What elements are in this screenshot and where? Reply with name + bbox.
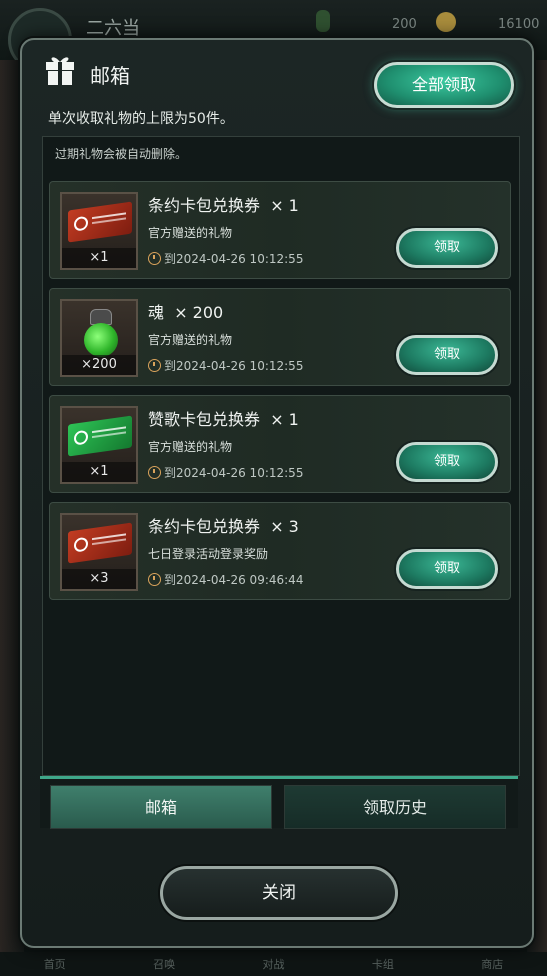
player-name: 二六当: [86, 18, 140, 39]
item-source: 七日登录活动登录奖励: [148, 547, 269, 561]
clock-icon: [148, 359, 161, 372]
thumb-count: ×200: [62, 355, 136, 375]
mail-item: ×1 条约卡包兑换券 × 1 官方赠送的礼物 到2024-04-26 10:12…: [49, 181, 511, 279]
nav-battle: 对战: [262, 958, 285, 971]
thumb-count: ×3: [62, 569, 136, 589]
item-expiry: 到2024-04-26 09:46:44: [148, 571, 303, 588]
mail-list: 过期礼物会被自动删除。 ×1 条约卡包兑换券 × 1 官方赠送的礼物 到2024…: [42, 136, 520, 776]
close-button[interactable]: 关闭: [160, 866, 398, 920]
item-thumbnail: ×3: [60, 513, 138, 591]
clock-icon: [148, 466, 161, 479]
nav-home: 首页: [43, 958, 66, 971]
soul-currency-icon: [316, 10, 330, 32]
nav-summon: 召唤: [153, 958, 176, 971]
dialog-header: 邮箱 全部领取: [22, 40, 532, 108]
item-expiry: 到2024-04-26 10:12:55: [148, 250, 303, 267]
claim-button[interactable]: 领取: [396, 228, 498, 268]
item-source: 官方赠送的礼物: [148, 440, 233, 454]
item-source: 官方赠送的礼物: [148, 226, 233, 240]
gold-coin-icon: [436, 12, 456, 32]
soul-count: 200: [392, 17, 417, 32]
gift-icon: [46, 57, 74, 85]
tab-mailbox[interactable]: 邮箱: [50, 785, 272, 829]
thumb-count: ×1: [62, 462, 136, 482]
nav-deck: 卡组: [371, 958, 394, 971]
item-expiry: 到2024-04-26 10:12:55: [148, 464, 303, 481]
item-name: 魂 × 200: [148, 303, 224, 322]
item-source: 官方赠送的礼物: [148, 333, 233, 347]
mail-item: ×200 魂 × 200 官方赠送的礼物 到2024-04-26 10:12:5…: [49, 288, 511, 386]
item-expiry: 到2024-04-26 10:12:55: [148, 357, 303, 374]
soul-bottle-icon: [84, 323, 118, 357]
mailbox-tabs: 邮箱 领取历史: [40, 776, 518, 829]
claim-button[interactable]: 领取: [396, 335, 498, 375]
expire-note: 过期礼物会被自动删除。: [55, 147, 188, 161]
claim-button[interactable]: 领取: [396, 549, 498, 589]
item-name: 条约卡包兑换券 × 1: [148, 196, 299, 215]
claim-button[interactable]: 领取: [396, 442, 498, 482]
limit-text: 单次收取礼物的上限为50件。: [48, 111, 234, 127]
tab-claim-history[interactable]: 领取历史: [284, 785, 506, 829]
green-ticket-icon: [68, 415, 132, 457]
thumb-count: ×1: [62, 248, 136, 268]
mailbox-dialog: 邮箱 全部领取 单次收取礼物的上限为50件。 过期礼物会被自动删除。 ×1 条约…: [20, 38, 534, 948]
mail-item: ×1 赞歌卡包兑换券 × 1 官方赠送的礼物 到2024-04-26 10:12…: [49, 395, 511, 493]
red-ticket-icon: [68, 522, 132, 564]
claim-all-button[interactable]: 全部领取: [374, 62, 514, 108]
red-ticket-icon: [68, 201, 132, 243]
bottom-nav: 首页 召唤 对战 卡组 商店: [0, 952, 547, 976]
item-thumbnail: ×200: [60, 299, 138, 377]
item-name: 赞歌卡包兑换券 × 1: [148, 410, 299, 429]
gold-count: 16100: [498, 17, 540, 32]
item-thumbnail: ×1: [60, 192, 138, 270]
clock-icon: [148, 573, 161, 586]
clock-icon: [148, 252, 161, 265]
item-name: 条约卡包兑换券 × 3: [148, 517, 299, 536]
mail-item: ×3 条约卡包兑换券 × 3 七日登录活动登录奖励 到2024-04-26 09…: [49, 502, 511, 600]
item-thumbnail: ×1: [60, 406, 138, 484]
dialog-title: 邮箱: [90, 64, 130, 88]
nav-shop: 商店: [481, 958, 504, 971]
